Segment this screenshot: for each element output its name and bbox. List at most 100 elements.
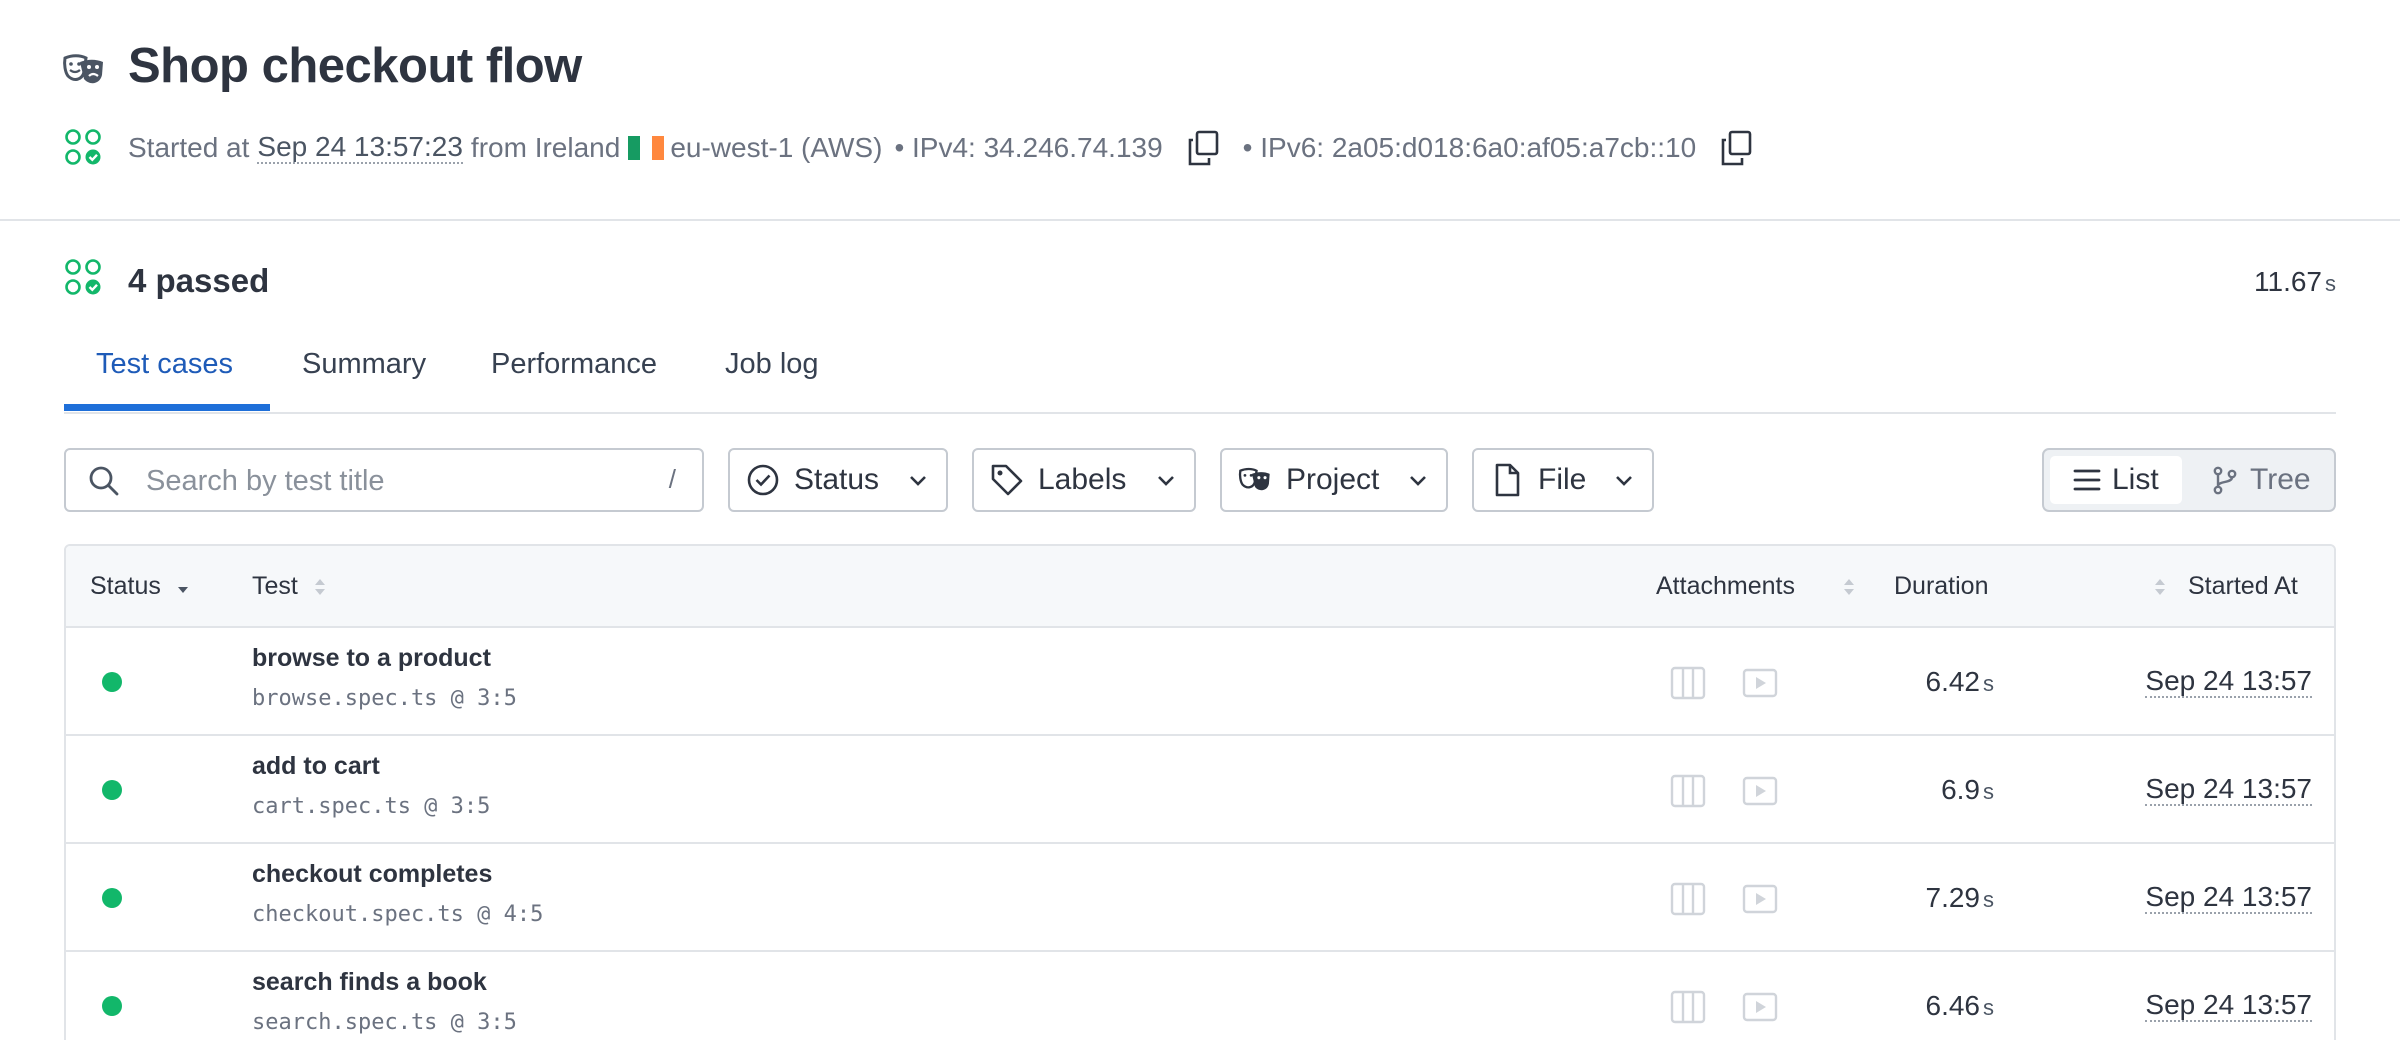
started-prefix: Started at xyxy=(128,132,250,163)
column-header-status[interactable]: Status xyxy=(90,572,191,601)
column-header-test-label: Test xyxy=(252,572,298,600)
column-header-duration[interactable]: Duration xyxy=(1894,572,1989,601)
list-view-label: List xyxy=(2112,463,2159,496)
copy-icon[interactable] xyxy=(1720,130,1754,166)
chevron-down-icon xyxy=(1410,476,1426,486)
ipv4-text: • IPv4: 34.246.74.139 xyxy=(894,132,1163,163)
test-duration: 6.42 s xyxy=(1926,666,1995,698)
video-icon[interactable] xyxy=(1742,990,1778,1024)
region-text: eu-west-1 (AWS) xyxy=(670,132,883,163)
file-filter-button[interactable]: File xyxy=(1472,448,1654,512)
table-row[interactable]: search finds a book search.spec.ts @ 3:5… xyxy=(66,952,2334,1040)
test-duration-unit: s xyxy=(1983,779,1994,804)
trace-icon[interactable] xyxy=(1670,774,1706,808)
theater-masks-icon xyxy=(1238,467,1270,491)
check-circle-icon xyxy=(747,464,779,496)
tab-bar: Test cases Summary Performance Job log xyxy=(64,340,2336,414)
file-filter-label: File xyxy=(1538,463,1587,496)
tree-view-label: Tree xyxy=(2250,463,2311,496)
tab-summary[interactable]: Summary xyxy=(302,348,426,381)
chevron-down-icon xyxy=(1616,476,1632,486)
project-filter-label: Project xyxy=(1286,463,1380,496)
test-started-at: Sep 24 13:57 xyxy=(2145,881,2312,914)
run-metadata: Started at Sep 24 13:57:23 from Ireland … xyxy=(128,130,1776,166)
test-file: checkout.spec.ts @ 4:5 xyxy=(252,902,544,927)
total-duration: 11.67 s xyxy=(2254,266,2336,298)
search-shortcut: / xyxy=(668,464,676,494)
tab-performance[interactable]: Performance xyxy=(491,348,657,381)
run-header: Shop checkout flow Started at Sep 24 13:… xyxy=(0,0,2400,221)
tab-job-log[interactable]: Job log xyxy=(725,348,819,381)
test-title: search finds a book xyxy=(252,968,487,996)
column-header-started-at[interactable]: Started At xyxy=(2152,572,2298,601)
total-duration-unit: s xyxy=(2325,271,2336,296)
status-passed-dot xyxy=(102,672,122,692)
test-title: add to cart xyxy=(252,752,380,780)
status-filter-button[interactable]: Status xyxy=(728,448,948,512)
ipv6-text: • IPv6: 2a05:d018:6a0:af05:a7cb::10 xyxy=(1242,132,1697,163)
table-row[interactable]: browse to a product browse.spec.ts @ 3:5… xyxy=(66,628,2334,736)
test-cases-table: Status Test Attachments Duration Started… xyxy=(64,544,2336,1040)
status-passed-dot xyxy=(102,888,122,908)
status-passed-dot xyxy=(102,996,122,1016)
column-header-attachments-label: Attachments xyxy=(1656,572,1795,600)
trace-icon[interactable] xyxy=(1670,666,1706,700)
column-header-attachments[interactable]: Attachments xyxy=(1656,572,1857,601)
status-passed-dot xyxy=(102,780,122,800)
chevron-down-icon xyxy=(1158,476,1174,486)
sort-desc-icon xyxy=(177,586,188,593)
list-icon xyxy=(2073,469,2101,491)
sort-icon xyxy=(2155,578,2165,595)
started-date: Sep 24 13:57:23 xyxy=(257,131,463,164)
test-duration-unit: s xyxy=(1983,995,1994,1020)
sort-icon xyxy=(314,578,325,595)
labels-filter-button[interactable]: Labels xyxy=(972,448,1196,512)
status-filter-label: Status xyxy=(794,463,880,496)
table-row[interactable]: add to cart cart.spec.ts @ 3:5 6.9 s Sep … xyxy=(66,736,2334,844)
column-header-started-at-label: Started At xyxy=(2188,572,2298,600)
total-duration-value: 11.67 xyxy=(2254,266,2322,297)
tree-view-button[interactable]: Tree xyxy=(2200,456,2326,504)
file-icon xyxy=(1495,463,1520,497)
copy-icon[interactable] xyxy=(1187,130,1221,166)
trace-icon[interactable] xyxy=(1670,990,1706,1024)
test-started-at: Sep 24 13:57 xyxy=(2145,989,2312,1022)
trace-icon[interactable] xyxy=(1670,882,1706,916)
labels-filter-label: Labels xyxy=(1038,463,1127,496)
column-header-status-label: Status xyxy=(90,572,161,600)
tag-icon xyxy=(991,464,1023,496)
search-box: / xyxy=(64,448,704,512)
theater-masks-icon xyxy=(63,54,103,84)
passed-count: 4 passed xyxy=(128,262,270,299)
test-file: cart.spec.ts @ 3:5 xyxy=(252,794,491,819)
video-icon[interactable] xyxy=(1742,774,1778,808)
video-icon[interactable] xyxy=(1742,882,1778,916)
active-tab-indicator xyxy=(64,404,270,411)
table-row[interactable]: checkout completes checkout.spec.ts @ 4:… xyxy=(66,844,2334,952)
ireland-flag-icon xyxy=(628,136,665,160)
search-input[interactable] xyxy=(146,461,586,501)
video-icon[interactable] xyxy=(1742,666,1778,700)
test-duration: 6.9 s xyxy=(1941,774,1994,806)
location-text: from Ireland xyxy=(470,132,621,163)
test-duration-value: 6.42 xyxy=(1925,666,1981,697)
test-title: checkout completes xyxy=(252,860,493,888)
view-toggle: List Tree xyxy=(2042,448,2336,512)
test-title: browse to a product xyxy=(252,644,491,672)
branch-icon xyxy=(2213,466,2237,495)
chevron-down-icon xyxy=(910,476,926,486)
sort-icon xyxy=(1843,578,1854,595)
test-duration-unit: s xyxy=(1983,671,1994,696)
search-icon xyxy=(89,466,119,496)
test-started-at: Sep 24 13:57 xyxy=(2145,665,2312,698)
test-duration: 7.29 s xyxy=(1926,882,1995,914)
passed-circles-icon xyxy=(65,259,101,295)
passed-circles-icon xyxy=(65,129,101,165)
test-file: browse.spec.ts @ 3:5 xyxy=(252,686,517,711)
project-filter-button[interactable]: Project xyxy=(1220,448,1448,512)
list-view-button[interactable]: List xyxy=(2050,456,2182,504)
tab-test-cases[interactable]: Test cases xyxy=(96,348,233,381)
test-duration-value: 6.46 xyxy=(1925,990,1981,1021)
column-header-test[interactable]: Test xyxy=(252,572,328,601)
test-file: search.spec.ts @ 3:5 xyxy=(252,1010,517,1035)
